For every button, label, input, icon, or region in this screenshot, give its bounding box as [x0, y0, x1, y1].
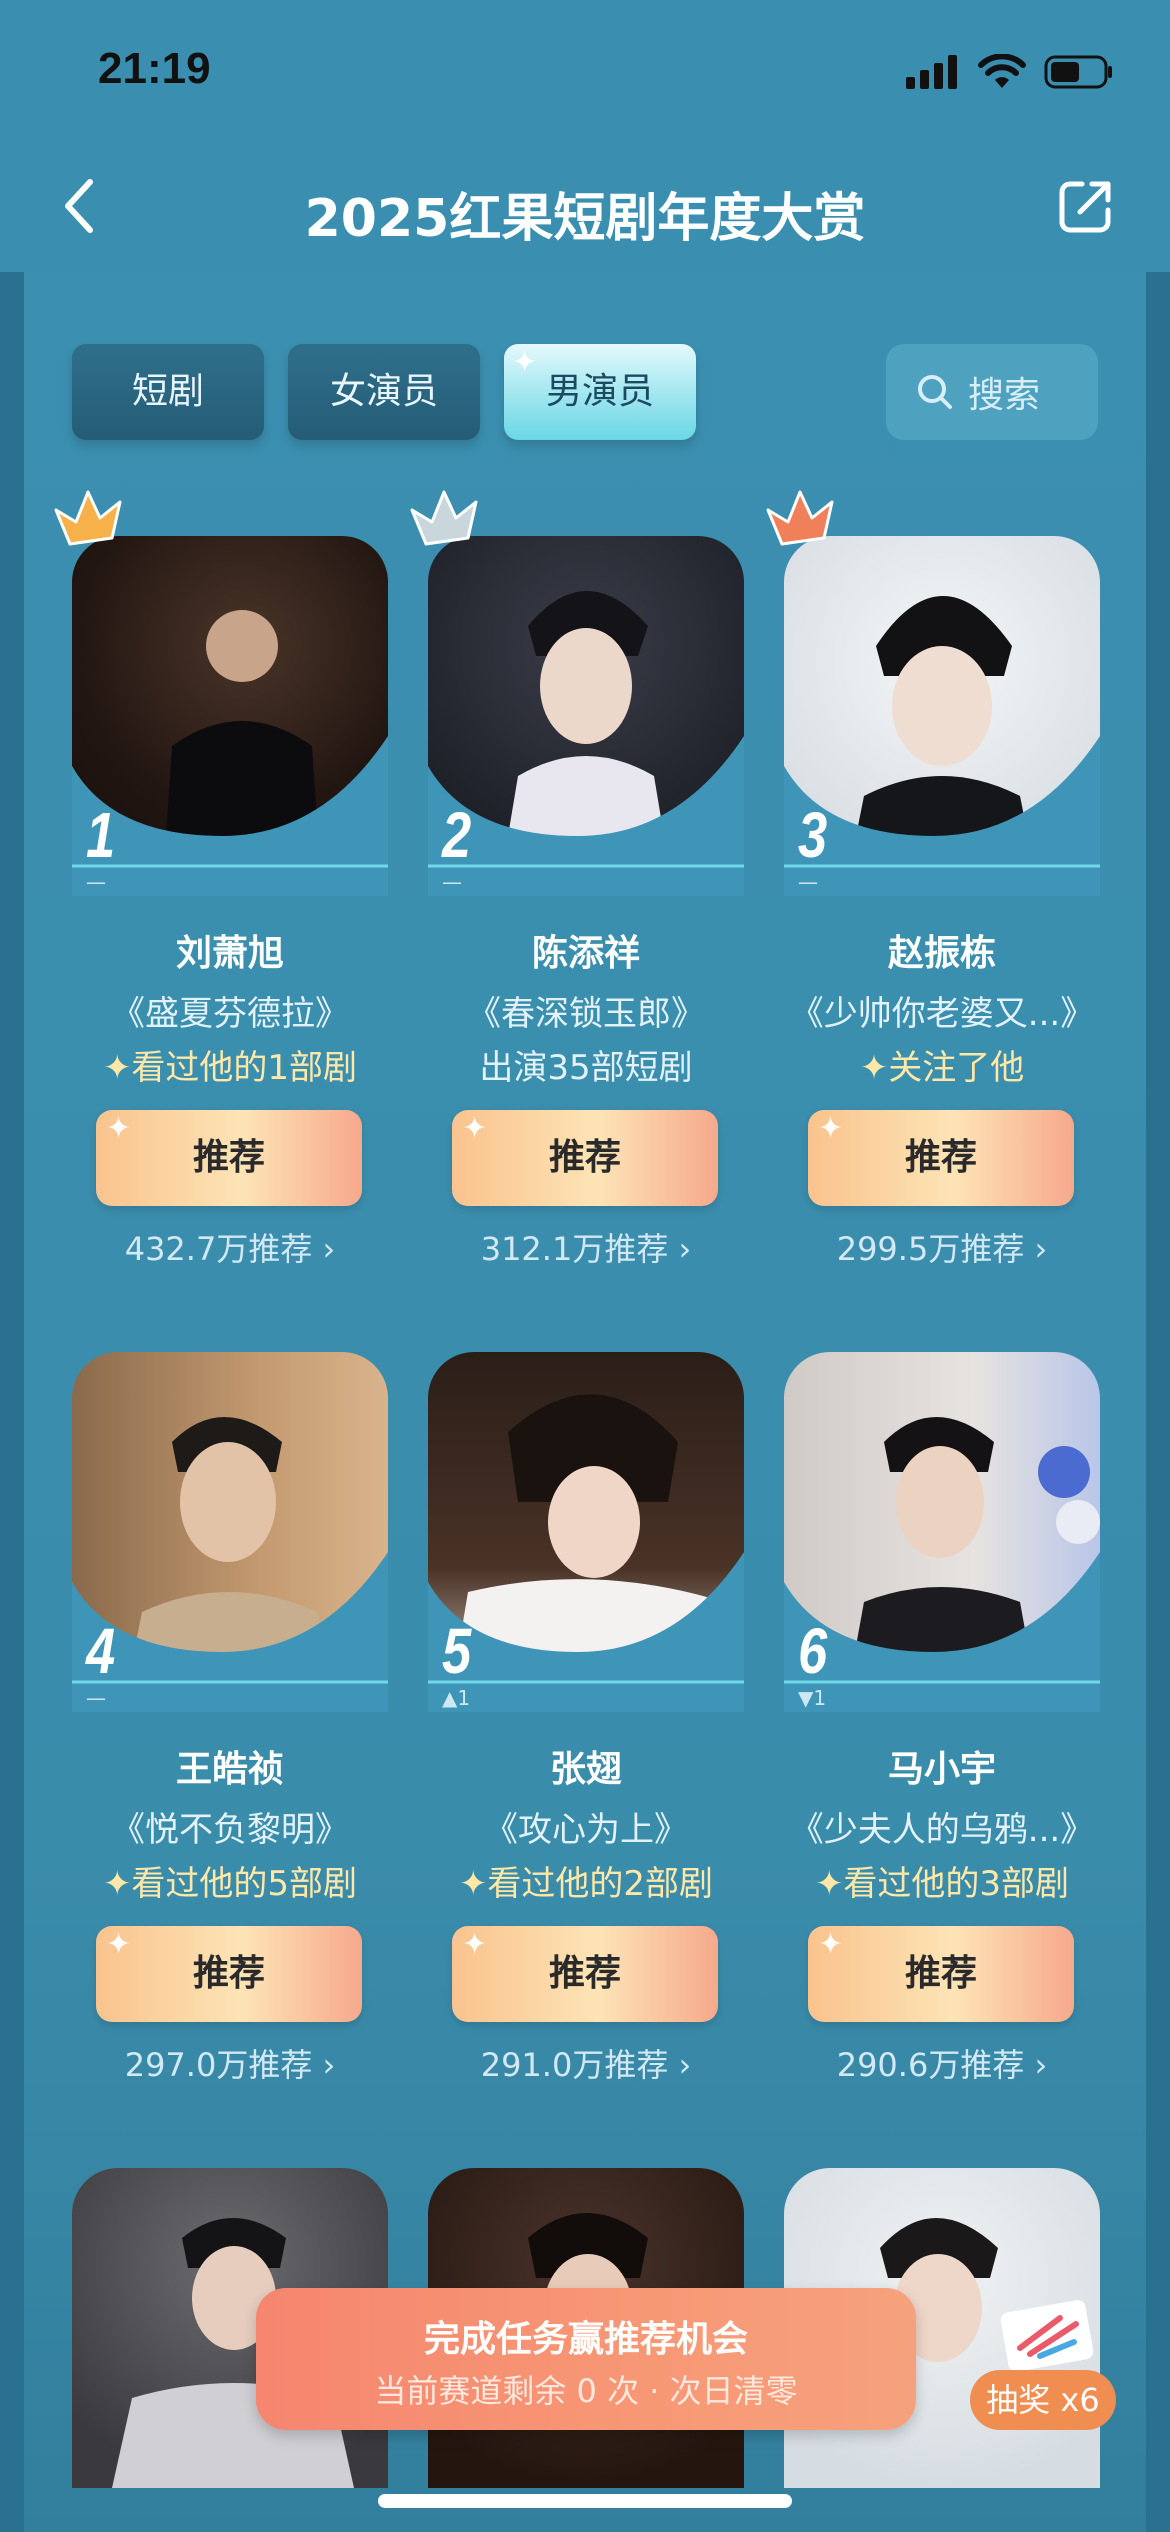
actor-photo[interactable]: 3 —	[784, 536, 1100, 896]
recommend-label: 推荐	[192, 1953, 265, 1994]
drama-title[interactable]: 《春深锁玉郎》	[408, 986, 764, 1035]
vote-count-link[interactable]: 312.1万推荐 ›	[428, 1224, 744, 1270]
status-icons	[906, 54, 1114, 90]
task-subtitle: 当前赛道剩余 0 次 · 次日清零	[374, 2372, 798, 2410]
card-wave	[784, 736, 1100, 896]
actor-photo[interactable]: 5 ▲1	[428, 1352, 744, 1712]
actor-photo[interactable]: 2 —	[428, 536, 744, 896]
rank-change: ▲1	[442, 1686, 471, 1710]
lottery-ticket-icon[interactable]	[990, 2296, 1102, 2378]
card-wave	[428, 1552, 744, 1712]
viewer-note: ✦关注了他	[859, 1048, 1025, 1088]
recommend-button[interactable]: ✦ 推荐	[452, 1110, 718, 1206]
actor-name: 马小宇	[887, 1749, 996, 1790]
drama-title[interactable]: 《攻心为上》	[408, 1802, 764, 1851]
drama-title[interactable]: 《盛夏芬德拉》	[52, 986, 408, 1035]
vote-count-link[interactable]: 291.0万推荐 ›	[428, 2040, 744, 2086]
viewer-note: 出演35部短剧	[479, 1048, 693, 1088]
tab-label: 短剧	[131, 371, 204, 412]
actor-name: 陈添祥	[531, 933, 640, 974]
sparkle-icon: ✦	[106, 1927, 132, 1962]
sparkle-icon: ✦	[462, 1927, 488, 1962]
search-button[interactable]: 搜索	[886, 344, 1098, 440]
vote-count-link[interactable]: 290.6万推荐 ›	[784, 2040, 1100, 2086]
tab-short-drama[interactable]: 短剧	[72, 344, 264, 440]
rank-change: ▼1	[798, 1686, 827, 1710]
search-icon	[918, 375, 952, 409]
search-label: 搜索	[968, 375, 1041, 416]
recommend-button[interactable]: ✦ 推荐	[96, 1926, 362, 2022]
sparkle-icon: ✦	[818, 1927, 844, 1962]
tab-actor[interactable]: ✦ 男演员	[504, 344, 696, 440]
recommend-label: 推荐	[904, 1137, 977, 1178]
panel-edge-right	[1146, 272, 1170, 2532]
recommend-button[interactable]: ✦ 推荐	[96, 1110, 362, 1206]
signal-icon	[906, 55, 957, 89]
drama-title[interactable]: 《少帅你老婆又...》	[764, 986, 1120, 1035]
battery-icon	[1044, 55, 1112, 89]
tab-actress[interactable]: 女演员	[288, 344, 480, 440]
lottery-button[interactable]: 抽奖 x6	[970, 2370, 1116, 2430]
actor-name: 刘萧旭	[175, 933, 284, 974]
task-banner[interactable]: 完成任务赢推荐机会 当前赛道剩余 0 次 · 次日清零	[256, 2288, 916, 2430]
home-indicator	[378, 2494, 792, 2508]
sparkle-icon: ✦	[512, 345, 538, 380]
viewer-note: ✦看过他的1部剧	[102, 1048, 358, 1088]
recommend-button[interactable]: ✦ 推荐	[452, 1926, 718, 2022]
recommend-button[interactable]: ✦ 推荐	[808, 1926, 1074, 2022]
sparkle-icon: ✦	[462, 1111, 488, 1146]
rank-change: —	[86, 1686, 106, 1710]
card-wave	[72, 1552, 388, 1712]
rank-change: —	[442, 870, 462, 894]
tab-label: 男演员	[545, 371, 654, 412]
viewer-note: ✦看过他的5部剧	[102, 1864, 358, 1904]
drama-title[interactable]: 《少夫人的乌鸦...》	[764, 1802, 1120, 1851]
drama-title[interactable]: 《悦不负黎明》	[52, 1802, 408, 1851]
card-wave	[784, 1552, 1100, 1712]
recommend-label: 推荐	[904, 1953, 977, 1994]
rank-number: 6	[798, 1615, 828, 1687]
rank-number: 2	[442, 799, 472, 871]
wifi-icon	[978, 54, 1026, 88]
rank-change: —	[798, 870, 818, 894]
card-wave	[72, 736, 388, 896]
actor-photo[interactable]: 4 —	[72, 1352, 388, 1712]
tab-label: 女演员	[329, 371, 438, 412]
recommend-label: 推荐	[548, 1137, 621, 1178]
status-time: 21:19	[98, 44, 211, 93]
actor-name: 赵振栋	[887, 933, 996, 974]
sparkle-icon: ✦	[106, 1111, 132, 1146]
card-wave	[428, 736, 744, 896]
recommend-label: 推荐	[192, 1137, 265, 1178]
rank-number: 3	[798, 799, 828, 871]
rank-change: —	[86, 870, 106, 894]
task-title: 完成任务赢推荐机会	[423, 2319, 748, 2360]
page-title: 2025红果短剧年度大赏	[304, 189, 866, 249]
crown-bronze-icon	[766, 490, 834, 546]
recommend-button[interactable]: ✦ 推荐	[808, 1110, 1074, 1206]
actor-photo[interactable]: 6 ▼1	[784, 1352, 1100, 1712]
actor-photo[interactable]: 1 —	[72, 536, 388, 896]
viewer-note: ✦看过他的3部剧	[814, 1864, 1070, 1904]
vote-count-link[interactable]: 299.5万推荐 ›	[784, 1224, 1100, 1270]
actor-name: 王皓祯	[175, 1749, 284, 1790]
rank-number: 1	[86, 799, 116, 871]
viewer-note: ✦看过他的2部剧	[458, 1864, 714, 1904]
panel-edge-left	[0, 272, 24, 2532]
top-bar: 21:19 2025红果短剧年度大赏	[0, 0, 1170, 272]
crown-gold-icon	[54, 490, 122, 546]
crown-silver-icon	[410, 490, 478, 546]
recommend-label: 推荐	[548, 1953, 621, 1994]
rank-number: 4	[86, 1615, 116, 1687]
vote-count-link[interactable]: 432.7万推荐 ›	[72, 1224, 388, 1270]
actor-name: 张翅	[549, 1749, 622, 1790]
sparkle-icon: ✦	[818, 1111, 844, 1146]
vote-count-link[interactable]: 297.0万推荐 ›	[72, 2040, 388, 2086]
rank-number: 5	[442, 1615, 472, 1687]
share-button[interactable]	[1058, 178, 1114, 234]
